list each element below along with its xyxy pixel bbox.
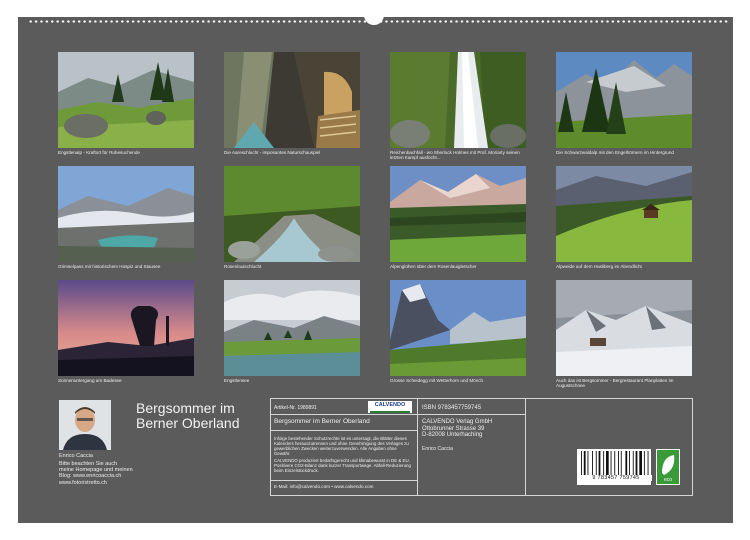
product-title: Bergsommer im Berner Oberland <box>274 418 370 425</box>
photo-caption: Grimselpass mit historischem Hospiz und … <box>58 264 161 269</box>
barcode-bar <box>583 451 586 475</box>
barcode-bar <box>592 451 593 475</box>
photo-hasliberg <box>556 166 692 262</box>
photo-caption: Alpenglühen über dem Rosenlauigletscher <box>390 264 477 269</box>
publisher-line: D-82008 Unterhaching <box>422 432 483 439</box>
author-credit: Enrico Caccia <box>422 446 453 452</box>
legal-notice: Infolge bestehender Schutzrechte ist es … <box>274 436 409 456</box>
photo-caption: Engstlensee <box>224 378 250 383</box>
eco-label: eco <box>664 477 672 483</box>
photo-caption: Die Aareschlucht - imposantes Naturschau… <box>224 150 321 155</box>
calendar-title: Bergsommer im Berner Oberland <box>136 401 240 431</box>
photo-rosenlauigletscher <box>390 166 526 262</box>
barcode-bar <box>614 451 616 475</box>
author-note-line: www.fotoristretto.ch <box>59 479 107 486</box>
photo-caption: Engstlenalp - Kraftort für Ruhesuchende <box>58 150 140 155</box>
photo-planplatten <box>556 280 692 376</box>
publisher-address: CALVENDO Verlag GmbH Ottobrunner Strasse… <box>422 419 492 439</box>
photo-caption: Grosse Scheidegg mit Wetterhorn und Mönc… <box>390 378 484 383</box>
divider <box>270 430 417 431</box>
barcode-bar <box>595 451 597 475</box>
photo-caption: Alpweide auf dem Hasliberg im Abendlicht <box>556 264 642 269</box>
barcode-bar <box>635 451 638 475</box>
photo-caption: Die Schwarzwaldalp mit den Engelhörnern … <box>556 150 674 155</box>
barcode-bar <box>639 451 642 475</box>
barcode-bar <box>587 451 589 475</box>
barcode-number: 9 783457 759745 <box>580 475 652 481</box>
author-note: Bitte beachten Sie auch meine Homepage u… <box>59 461 169 486</box>
divider <box>270 480 417 481</box>
photo-schwarzwaldalp <box>556 52 692 148</box>
photo-grimselpass <box>58 166 194 262</box>
photo-rosenlauischlucht <box>224 166 360 262</box>
divider <box>525 398 526 495</box>
author-name: Enrico Caccia <box>59 453 93 459</box>
photo-grosse-scheidegg <box>390 280 526 376</box>
barcode-bar <box>632 451 634 475</box>
photo-caption: Reichenbachfall - wo Sherlock Holmes mit… <box>390 150 520 161</box>
barcode-bar <box>620 451 622 475</box>
divider <box>417 398 418 495</box>
barcode-bar <box>629 451 630 475</box>
barcode-bar <box>610 451 612 475</box>
contact-line: E-Mail: info@calvendo.com • www.calvendo… <box>274 484 374 489</box>
barcode-bar <box>643 451 645 475</box>
barcode-bar <box>606 451 609 475</box>
photo-engstlenalp <box>58 52 194 148</box>
barcode-bar <box>603 451 605 475</box>
article-number: Artikel-Nr. 1989891 <box>274 405 317 411</box>
barcode-bar <box>581 451 582 475</box>
photo-caption: Sonnenuntergang am Badesee <box>58 378 122 383</box>
photo-caption: Rosenlauischlucht <box>224 264 262 269</box>
divider <box>417 414 525 415</box>
title-line: Bergsommer im <box>136 400 235 416</box>
photo-aareschlucht <box>224 52 360 148</box>
photo-caption: Auch das ist Bergsommer - Bergrestaurant… <box>556 378 674 389</box>
publisher-line: Ottobrunner Strasse 39 <box>422 425 485 432</box>
photo-badesee <box>58 280 194 376</box>
barcode-bar <box>647 451 649 475</box>
author-portrait <box>59 400 111 450</box>
divider <box>270 414 417 415</box>
eco-badge: eco <box>656 449 680 485</box>
barcode-bar <box>618 451 619 475</box>
title-line: Berner Oberland <box>136 415 240 431</box>
publisher-line: CALVENDO Verlag GmbH <box>422 419 493 425</box>
calvendo-logo-bar <box>370 411 410 413</box>
photo-engstlensee <box>224 280 360 376</box>
production-notice: CALVENDO produziert bedarfsgerecht und k… <box>274 458 411 473</box>
barcode-bar <box>598 451 601 475</box>
photo-reichenbachfall <box>390 52 526 148</box>
isbn: ISBN 9783457759745 <box>422 405 482 411</box>
barcode-bar <box>625 451 628 475</box>
